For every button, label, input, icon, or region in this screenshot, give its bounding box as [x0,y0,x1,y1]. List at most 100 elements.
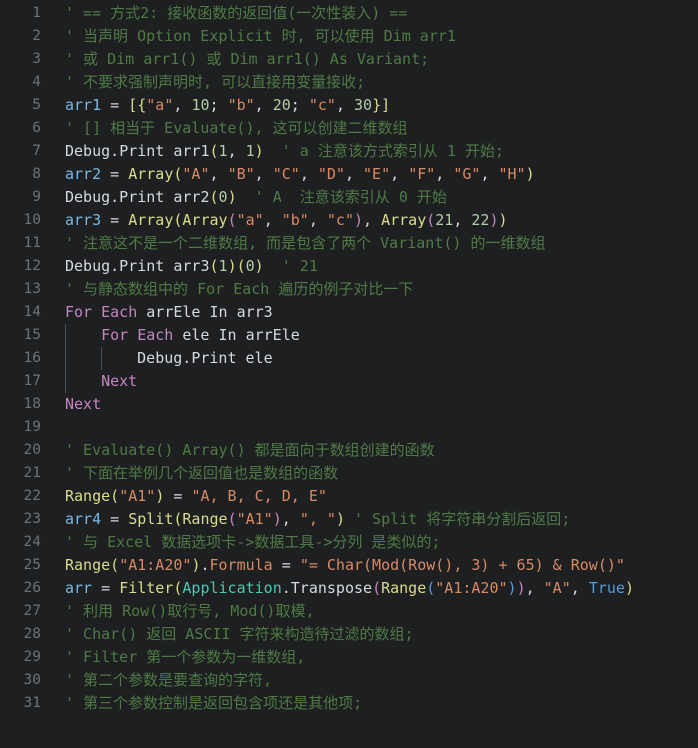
code-line[interactable]: 30 ' 第二个参数是要查询的字符, [0,669,698,692]
token-plain: = [101,211,129,229]
token-function: Range [381,579,427,597]
code-line[interactable]: 14 For Each arrEle In arr3 [0,301,698,324]
token-function: ) [227,188,237,206]
line-text: Debug.Print arr2(0) ' A 注意该索引从 0 开始 [65,186,447,209]
token-string: "A1" [236,510,273,528]
token-keyword: ( [227,510,237,528]
code-line[interactable]: 8 arr2 = Array("A", "B", "C", "D", "E", "… [0,163,698,186]
code-line[interactable]: 16 Debug.Print ele [0,347,698,370]
token-function: ( [209,188,219,206]
code-line[interactable]: 29 ' Filter 第一个参数为一维数组, [0,646,698,669]
token-function: ( [236,257,246,275]
token-plain: In [209,303,228,321]
token-keyword: ( [372,579,382,597]
code-line[interactable]: 12 Debug.Print arr3(1)(0) ' 21 [0,255,698,278]
indent-guide [101,347,103,370]
code-line[interactable]: 3 ' 或 Dim arr1() 或 Dim arr1() As Variant; [0,48,698,71]
line-number: 25 [23,557,41,573]
code-line[interactable]: 21 ' 下面在举例几个返回值也是数组的函数 [0,462,698,485]
code-line[interactable]: 10 arr3 = Array(Array("a", "b", "c"), Arr… [0,209,698,232]
code-line[interactable]: 22 Range("A1") = "A, B, C, D, E" [0,485,698,508]
token-plain: Debug [65,142,111,160]
line-text: ' 利用 Row()取行号, Mod()取模, [65,600,315,623]
code-line[interactable]: 11 ' 注意这不是一个二维数组, 而是包含了两个 Variant() 的一维数组 [0,232,698,255]
code-line[interactable]: 27 ' 利用 Row()取行号, Mod()取模, [0,600,698,623]
token-plain: = [92,579,120,597]
line-number: 20 [23,442,41,458]
code-line[interactable]: 24 ' 与 Excel 数据选项卡->数据工具->分列 是类似的; [0,531,698,554]
token-comment: ' 下面在举例几个返回值也是数组的函数 [65,464,339,482]
line-text: arr3 = Array(Array("a", "b", "c"), Array… [65,209,508,232]
token-boolean: ) [507,579,517,597]
token-plain: , [525,579,544,597]
token-plain: , [281,510,300,528]
token-string: "E" [363,165,391,183]
line-number: 12 [23,258,41,274]
code-line[interactable]: 18 Next [0,393,698,416]
token-plain: = [164,487,192,505]
token-string: "c" [308,96,336,114]
token-string: Formula [209,556,273,574]
token-plain: , [363,211,382,229]
code-line[interactable]: 1 ' == 方式2: 接收函数的返回值(一次性装入) == [0,2,698,25]
token-string: "B" [227,165,255,183]
code-line[interactable]: 15 For Each ele In arrEle [0,324,698,347]
code-line[interactable]: 31 ' 第三个参数控制是返回包含项还是其他项; [0,692,698,715]
code-line[interactable]: 19 [0,416,698,439]
token-number: 0 [245,257,255,275]
code-line[interactable]: 7 Debug.Print arr1(1, 1) ' a 注意该方式索引从 1 开… [0,140,698,163]
line-number: 24 [23,534,41,550]
token-plain: Debug.Print ele [137,349,273,367]
token-number: 10 [191,96,210,114]
line-text: ' 下面在举例几个返回值也是数组的函数 [65,462,338,485]
token-function: ( [110,556,120,574]
line-text: ' 与静态数组中的 For Each 遍历的例子对比一下 [65,278,413,301]
line-number: 31 [23,695,41,711]
token-keyword: Next [101,372,138,390]
line-number: 7 [32,143,41,159]
code-line[interactable]: 2 ' 当声明 Option Explicit 时, 可以使用 Dim arr1 [0,25,698,48]
token-function: Range [182,510,228,528]
token-comment: ' 与静态数组中的 For Each 遍历的例子对比一下 [65,280,414,298]
code-line[interactable]: 5 arr1 = [{"a", 10; "b", 20; "c", 30}] [0,94,698,117]
token-comment: ' == 方式2: 接收函数的返回值(一次性装入) == [65,4,408,22]
line-text: For Each ele In arrEle [101,324,300,347]
token-string: "= Char(Mod(Row(), 3) + 65) & Row()" [299,556,625,574]
code-line[interactable]: 25 Range("A1:A20").Formula = "= Char(Mod(… [0,554,698,577]
token-number: 20 [272,96,291,114]
token-plain: ; [209,96,228,114]
token-plain: , [254,165,273,183]
token-plain: ele [173,326,219,344]
token-string: "F" [408,165,436,183]
token-function: ) [498,211,508,229]
token-keyword: For [101,326,129,344]
line-text: ' 不要求强制声明时, 可以直接用变量接收; [65,71,365,94]
code-line[interactable]: 6 ' [] 相当于 Evaluate(), 这可以创建二维数组 [0,117,698,140]
token-function: Range [65,556,111,574]
code-line[interactable]: 23 arr4 = Split(Range("A1"), ", ") ' Spli… [0,508,698,531]
token-function: Array [128,211,174,229]
token-function: Array [182,211,228,229]
token-string: "a" [236,211,264,229]
token-string: "b" [227,96,255,114]
token-plain: . [200,556,210,574]
line-number: 10 [23,212,41,228]
code-line[interactable]: 4 ' 不要求强制声明时, 可以直接用变量接收; [0,71,698,94]
code-line[interactable]: 28 ' Char() 返回 ASCII 字符来构造待过滤的数组; [0,623,698,646]
token-string: "A1:A20" [435,579,508,597]
line-text: For Each arrEle In arr3 [65,301,273,324]
code-line[interactable]: 20 ' Evaluate() Array() 都是面向于数组创建的函数 [0,439,698,462]
token-function: ) [254,257,264,275]
code-line[interactable]: 17 Next [0,370,698,393]
token-function: Array [381,211,427,229]
token-variable: arr [65,579,93,597]
line-number: 16 [23,350,41,366]
code-line[interactable]: 26 arr = Filter(Application.Transpose(Ran… [0,577,698,600]
token-keyword: Each [137,326,174,344]
code-line[interactable]: 13 ' 与静态数组中的 For Each 遍历的例子对比一下 [0,278,698,301]
code-editor[interactable]: 1 ' == 方式2: 接收函数的返回值(一次性装入) == 2 ' 当声明 Opti… [0,0,698,748]
code-line[interactable]: 9 Debug.Print arr2(0) ' A 注意该索引从 0 开始 [0,186,698,209]
token-comment: ' a 注意该方式索引从 1 开始; [281,142,504,160]
